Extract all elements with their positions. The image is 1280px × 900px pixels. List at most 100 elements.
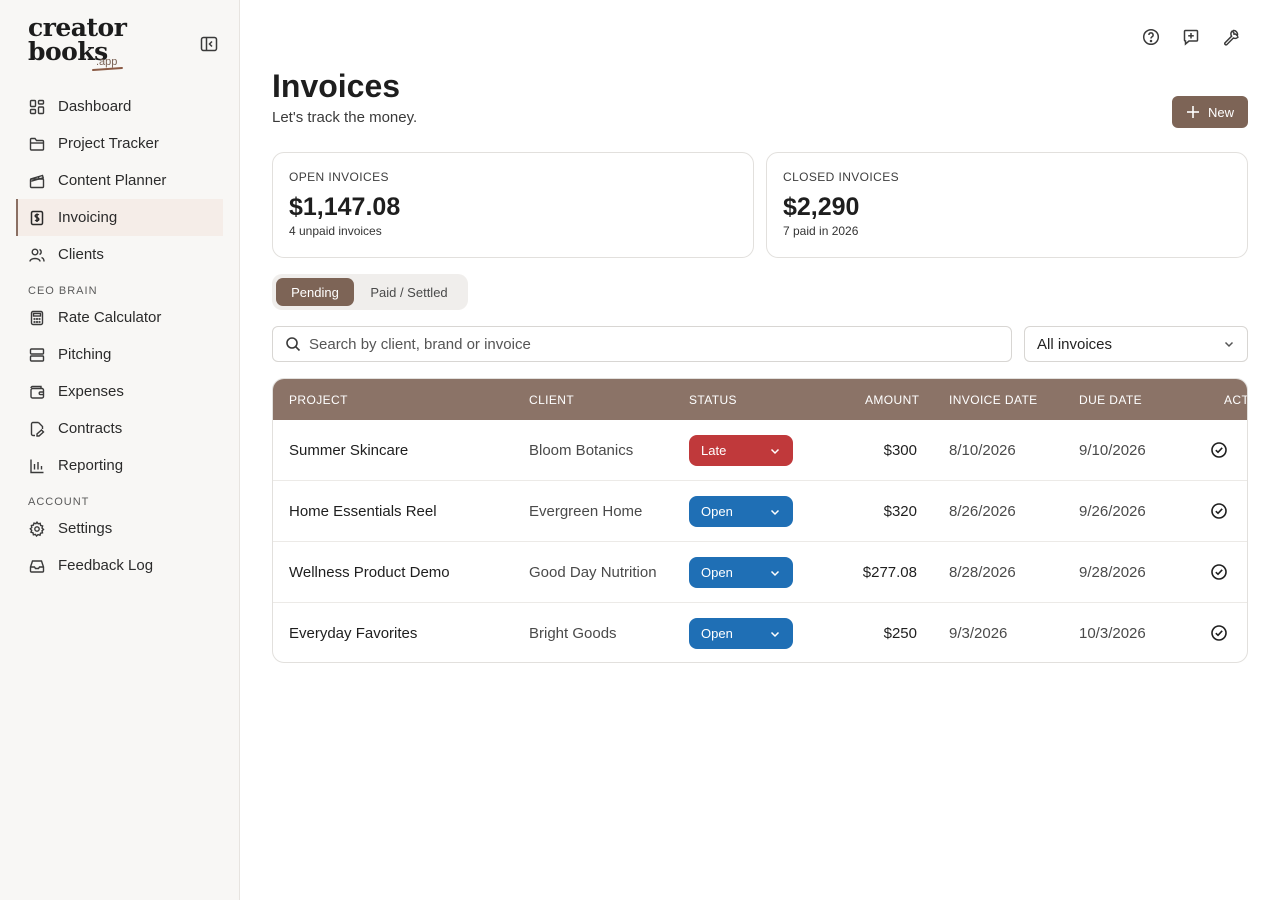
cell-due-date: 10/3/2026 <box>1079 625 1146 642</box>
status-label: Open <box>701 626 733 641</box>
mark-paid-check-icon[interactable] <box>1210 502 1228 520</box>
sidebar-item-label: Feedback Log <box>58 557 154 574</box>
calculator-icon <box>28 309 46 327</box>
cell-client: Evergreen Home <box>529 503 643 520</box>
sidebar-item-rate-calculator[interactable]: Rate Calculator <box>16 299 223 336</box>
help-icon[interactable] <box>1142 28 1160 46</box>
status-dropdown[interactable]: Open <box>689 618 793 649</box>
sidebar-item-clients[interactable]: Clients <box>16 236 223 273</box>
sidebar-item-label: Project Tracker <box>58 135 159 152</box>
card-label: OPEN INVOICES <box>289 170 389 184</box>
mark-paid-check-icon[interactable] <box>1210 624 1228 642</box>
section-heading-account: ACCOUNT <box>28 496 90 508</box>
invoices-table: PROJECT CLIENT STATUS AMOUNT INVOICE DAT… <box>272 378 1248 663</box>
tab-paid-settled[interactable]: Paid / Settled <box>354 278 464 306</box>
cell-invoice-date: 8/10/2026 <box>949 442 1016 459</box>
status-dropdown[interactable]: Open <box>689 557 793 588</box>
top-toolbar <box>1142 28 1240 46</box>
contract-icon <box>28 420 46 438</box>
sidebar-item-label: Settings <box>58 520 113 537</box>
sidebar-nav: Dashboard Project Tracker Content Planne… <box>16 88 223 584</box>
cell-client: Bloom Botanics <box>529 442 634 459</box>
cell-amount: $320 <box>883 503 917 520</box>
users-icon <box>28 246 46 264</box>
sidebar-item-label: Pitching <box>58 346 112 363</box>
wallet-icon <box>28 383 46 401</box>
status-dropdown[interactable]: Open <box>689 496 793 527</box>
column-header-project[interactable]: PROJECT <box>289 393 348 407</box>
search-icon <box>286 337 301 352</box>
open-invoices-card: OPEN INVOICES $1,147.08 4 unpaid invoice… <box>272 152 754 258</box>
cell-amount: $300 <box>883 442 917 459</box>
table-row[interactable]: Wellness Product Demo Good Day Nutrition… <box>273 542 1247 603</box>
cell-client: Bright Goods <box>529 625 617 642</box>
invoice-icon <box>28 209 46 227</box>
brand-logo[interactable]: creator books .app <box>28 15 128 72</box>
section-heading-ceo-brain: CEO BRAIN <box>28 285 98 297</box>
card-value: $1,147.08 <box>289 193 401 221</box>
cell-project: Home Essentials Reel <box>289 503 437 520</box>
sidebar-item-invoicing[interactable]: Invoicing <box>16 199 223 236</box>
column-header-status[interactable]: STATUS <box>689 393 737 407</box>
card-value: $2,290 <box>783 193 860 221</box>
mark-paid-check-icon[interactable] <box>1210 441 1228 459</box>
tab-pending[interactable]: Pending <box>276 278 354 306</box>
table-row[interactable]: Home Essentials Reel Evergreen Home Open… <box>273 481 1247 542</box>
invoice-filter-select[interactable]: All invoices <box>1024 326 1248 362</box>
column-header-invoice-date[interactable]: INVOICE DATE <box>949 393 1038 407</box>
status-label: Open <box>701 504 733 519</box>
logo-suffix: .app <box>96 56 118 68</box>
sidebar-item-label: Content Planner <box>58 172 167 189</box>
invoice-status-tabs: Pending Paid / Settled <box>272 274 468 310</box>
sidebar-item-settings[interactable]: Settings <box>16 510 223 547</box>
column-header-amount[interactable]: AMOUNT <box>865 393 919 407</box>
status-label: Late <box>701 443 727 458</box>
sidebar-item-dashboard[interactable]: Dashboard <box>16 88 223 125</box>
cell-project: Summer Skincare <box>289 442 409 459</box>
table-row[interactable]: Summer Skincare Bloom Botanics Late $300… <box>273 420 1247 481</box>
wrench-icon[interactable] <box>1222 28 1240 46</box>
table-header: PROJECT CLIENT STATUS AMOUNT INVOICE DAT… <box>273 379 1247 420</box>
cell-project: Everyday Favorites <box>289 625 418 642</box>
cell-due-date: 9/10/2026 <box>1079 442 1146 459</box>
mark-paid-check-icon[interactable] <box>1210 563 1228 581</box>
new-invoice-button[interactable]: New <box>1172 96 1248 128</box>
sidebar-item-label: Reporting <box>58 457 124 474</box>
sidebar-item-expenses[interactable]: Expenses <box>16 373 223 410</box>
column-header-due-date[interactable]: DUE DATE <box>1079 393 1142 407</box>
cell-due-date: 9/26/2026 <box>1079 503 1146 520</box>
status-dropdown[interactable]: Late <box>689 435 793 466</box>
chevron-down-icon <box>770 448 780 454</box>
cell-amount: $277.08 <box>862 564 917 581</box>
sidebar-item-feedback-log[interactable]: Feedback Log <box>16 547 223 584</box>
chevron-down-icon <box>770 631 780 637</box>
bar-chart-icon <box>28 457 46 475</box>
sidebar-item-label: Expenses <box>58 383 124 400</box>
sidebar: creator books .app Dashboard Project Tra… <box>0 0 240 900</box>
cell-invoice-date: 8/26/2026 <box>949 503 1016 520</box>
collapse-sidebar-icon[interactable] <box>200 36 218 52</box>
status-label: Open <box>701 565 733 580</box>
chevron-down-icon <box>1224 341 1234 348</box>
column-header-client[interactable]: CLIENT <box>529 393 574 407</box>
page-subtitle: Let's track the money. <box>272 109 418 126</box>
cell-client: Good Day Nutrition <box>529 564 657 581</box>
gear-icon <box>28 520 46 538</box>
table-row[interactable]: Everyday Favorites Bright Goods Open $25… <box>273 603 1247 662</box>
cell-due-date: 9/28/2026 <box>1079 564 1146 581</box>
search-box <box>272 326 1012 362</box>
sidebar-item-content-planner[interactable]: Content Planner <box>16 162 223 199</box>
column-header-actions: ACTIONS <box>1224 393 1248 407</box>
sidebar-item-pitching[interactable]: Pitching <box>16 336 223 373</box>
chevron-down-icon <box>770 570 780 576</box>
sidebar-item-project-tracker[interactable]: Project Tracker <box>16 125 223 162</box>
cell-invoice-date: 8/28/2026 <box>949 564 1016 581</box>
search-input[interactable] <box>309 335 959 353</box>
filter-selected-value: All invoices <box>1037 335 1113 353</box>
sidebar-item-reporting[interactable]: Reporting <box>16 447 223 484</box>
feedback-icon[interactable] <box>1182 28 1200 46</box>
layers-icon <box>28 346 46 364</box>
closed-invoices-card: CLOSED INVOICES $2,290 7 paid in 2026 <box>766 152 1248 258</box>
sidebar-item-contracts[interactable]: Contracts <box>16 410 223 447</box>
dashboard-icon <box>28 98 46 116</box>
